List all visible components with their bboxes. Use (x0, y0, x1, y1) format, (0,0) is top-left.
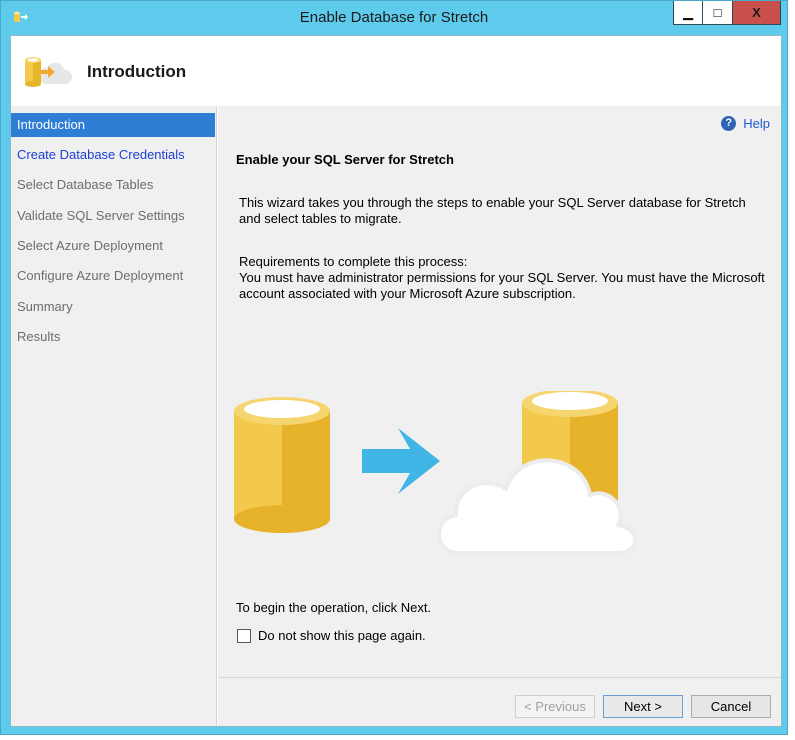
title-bar[interactable]: Enable Database for Stretch ▁ □ X (1, 1, 787, 35)
begin-instruction: To begin the operation, click Next. (236, 600, 432, 615)
wizard-header: Introduction (11, 36, 781, 106)
step-summary[interactable]: Summary (11, 295, 215, 319)
window-title: Enable Database for Stretch (299, 9, 489, 26)
wizard-window: Enable Database for Stretch ▁ □ X Introd… (0, 0, 788, 735)
help-link[interactable]: ? Help (721, 116, 770, 131)
cancel-button[interactable]: Cancel (691, 695, 771, 718)
requirements-text: You must have administrator permissions … (239, 270, 765, 301)
content-heading: Enable your SQL Server for Stretch (236, 152, 454, 167)
close-button[interactable]: X (733, 1, 781, 25)
next-button[interactable]: Next > (603, 695, 683, 718)
close-icon: X (752, 5, 761, 20)
step-configure-azure-deployment[interactable]: Configure Azure Deployment (11, 264, 215, 288)
do-not-show-label[interactable]: Do not show this page again. (258, 628, 426, 643)
minimize-button[interactable]: ▁ (673, 1, 703, 25)
step-create-database-credentials[interactable]: Create Database Credentials (11, 143, 215, 167)
maximize-icon: □ (713, 5, 722, 20)
step-results[interactable]: Results (11, 325, 215, 349)
stretch-illustration (234, 391, 638, 555)
intro-paragraph: This wizard takes you through the steps … (239, 195, 746, 226)
step-introduction[interactable]: Introduction (11, 113, 215, 137)
do-not-show-row[interactable]: Do not show this page again. (237, 628, 426, 643)
requirements-block: Requirements to complete this process: Y… (239, 254, 769, 302)
cloud-database-icon (437, 391, 638, 555)
database-cloud-icon (25, 57, 73, 87)
help-label: Help (743, 116, 770, 131)
arrow-right-icon (362, 428, 440, 494)
maximize-button[interactable]: □ (703, 1, 733, 25)
footer-divider (218, 677, 781, 678)
page-title: Introduction (87, 62, 187, 81)
local-database-icon (234, 397, 330, 533)
do-not-show-checkbox[interactable] (237, 628, 251, 643)
step-select-database-tables[interactable]: Select Database Tables (11, 173, 215, 197)
help-icon: ? (721, 116, 737, 131)
window-controls: ▁ □ X (673, 1, 781, 25)
wizard-content: ? Help Enable your SQL Server for Stretc… (218, 106, 781, 726)
minimize-icon: ▁ (683, 4, 693, 20)
previous-button[interactable]: < Previous (515, 695, 595, 718)
requirements-title: Requirements to complete this process: (239, 254, 468, 269)
wizard-client: Introduction Introduction Create Databas… (10, 35, 782, 727)
wizard-steps-sidebar: Introduction Create Database Credentials… (11, 106, 217, 726)
step-select-azure-deployment[interactable]: Select Azure Deployment (11, 234, 215, 258)
step-validate-sql-server-settings[interactable]: Validate SQL Server Settings (11, 204, 215, 228)
